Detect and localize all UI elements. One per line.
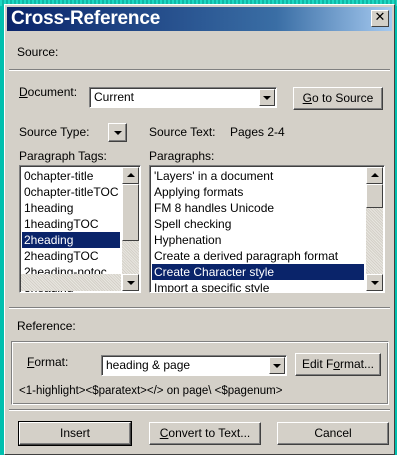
document-dropdown-button[interactable] <box>259 89 275 106</box>
paragraphs-list[interactable]: 'Layers' in a document Applying formats FM… <box>149 165 385 293</box>
scroll-thumb[interactable] <box>122 184 139 241</box>
paragraph-item[interactable]: Create a derived paragraph format <box>152 248 364 264</box>
document-label: Document: <box>19 85 78 99</box>
format-dropdown-button[interactable] <box>269 357 285 374</box>
dialog-title: Cross-Reference <box>11 8 161 29</box>
format-dropdown[interactable]: heading & page <box>101 355 287 376</box>
chevron-down-icon <box>273 363 281 368</box>
document-dropdown[interactable]: Current <box>89 87 277 108</box>
source-divider <box>9 69 390 71</box>
chevron-up-icon <box>370 172 379 177</box>
chevron-down-icon <box>126 280 135 285</box>
chevron-down-icon <box>370 280 379 285</box>
paragraphs-label: Paragraphs: <box>149 149 215 163</box>
scroll-down-button[interactable] <box>366 274 383 291</box>
insert-button[interactable]: Insert <box>18 421 132 446</box>
close-button[interactable]: ✕ <box>371 10 389 27</box>
paragraph-tag-item[interactable]: 1headingTOC <box>22 216 120 232</box>
format-value: heading & page <box>106 358 191 372</box>
paragraph-item[interactable]: Applying formats <box>152 184 364 200</box>
title-bar: Cross-Reference ✕ <box>7 7 392 31</box>
paragraph-item[interactable]: Spell checking <box>152 216 364 232</box>
paragraph-tag-item[interactable]: 1heading <box>22 200 120 216</box>
paragraph-item[interactable]: Hyphenation <box>152 232 364 248</box>
cross-reference-dialog: Cross-Reference ✕ Source: Document: Curr… <box>4 4 395 455</box>
paragraph-tags-label: Paragraph Tags: <box>19 149 107 163</box>
document-value: Current <box>94 90 135 104</box>
paragraphs-items: 'Layers' in a document Applying formats FM… <box>152 168 364 292</box>
source-type-label: Source Type: <box>19 125 90 139</box>
paragraph-tags-hscrollbar[interactable] <box>21 274 121 291</box>
edit-format-button[interactable]: Edit Format... <box>295 353 381 376</box>
chevron-down-icon <box>263 95 271 100</box>
paragraphs-scrollbar[interactable] <box>366 167 383 291</box>
source-section-label: Source: <box>17 45 59 59</box>
paragraph-tags-scrollbar[interactable] <box>122 167 139 291</box>
format-label: Format: <box>27 355 69 369</box>
reference-section-label: Reference: <box>17 319 76 333</box>
paragraph-tag-item[interactable]: 2headingTOC <box>22 248 120 264</box>
buttons-divider <box>9 409 390 411</box>
source-text-value: Pages 2-4 <box>230 125 285 139</box>
paragraph-tag-item[interactable]: 0chapter-titleTOC <box>22 184 120 200</box>
reference-top-divider <box>9 307 390 309</box>
paragraph-item[interactable]: 'Layers' in a document <box>152 168 364 184</box>
source-text-label: Source Text: <box>149 125 216 139</box>
scroll-down-button[interactable] <box>122 274 139 291</box>
chevron-down-icon <box>113 130 122 135</box>
paragraph-tag-item[interactable]: 2heading <box>22 232 120 248</box>
scroll-up-button[interactable] <box>122 167 139 184</box>
scroll-thumb[interactable] <box>366 184 383 208</box>
paragraph-tag-item[interactable]: 0chapter-title <box>22 168 120 184</box>
go-to-source-button[interactable]: Go to Source <box>293 87 383 110</box>
chevron-up-icon <box>126 172 135 177</box>
paragraph-item[interactable]: FM 8 handles Unicode <box>152 200 364 216</box>
format-definition: <1-highlight><$paratext></> on page\ <$p… <box>19 385 283 397</box>
paragraph-item[interactable]: Import a specific style <box>152 280 364 292</box>
scroll-up-button[interactable] <box>366 167 383 184</box>
close-icon: ✕ <box>374 10 386 25</box>
source-type-dropdown-button[interactable] <box>108 123 127 142</box>
cancel-button[interactable]: Cancel <box>277 422 389 445</box>
paragraph-item[interactable]: Create Character style <box>152 264 364 280</box>
convert-to-text-button[interactable]: Convert to Text... <box>149 422 261 445</box>
paragraph-tags-list[interactable]: 0chapter-title 0chapter-titleTOC 1heading 1… <box>19 165 141 293</box>
